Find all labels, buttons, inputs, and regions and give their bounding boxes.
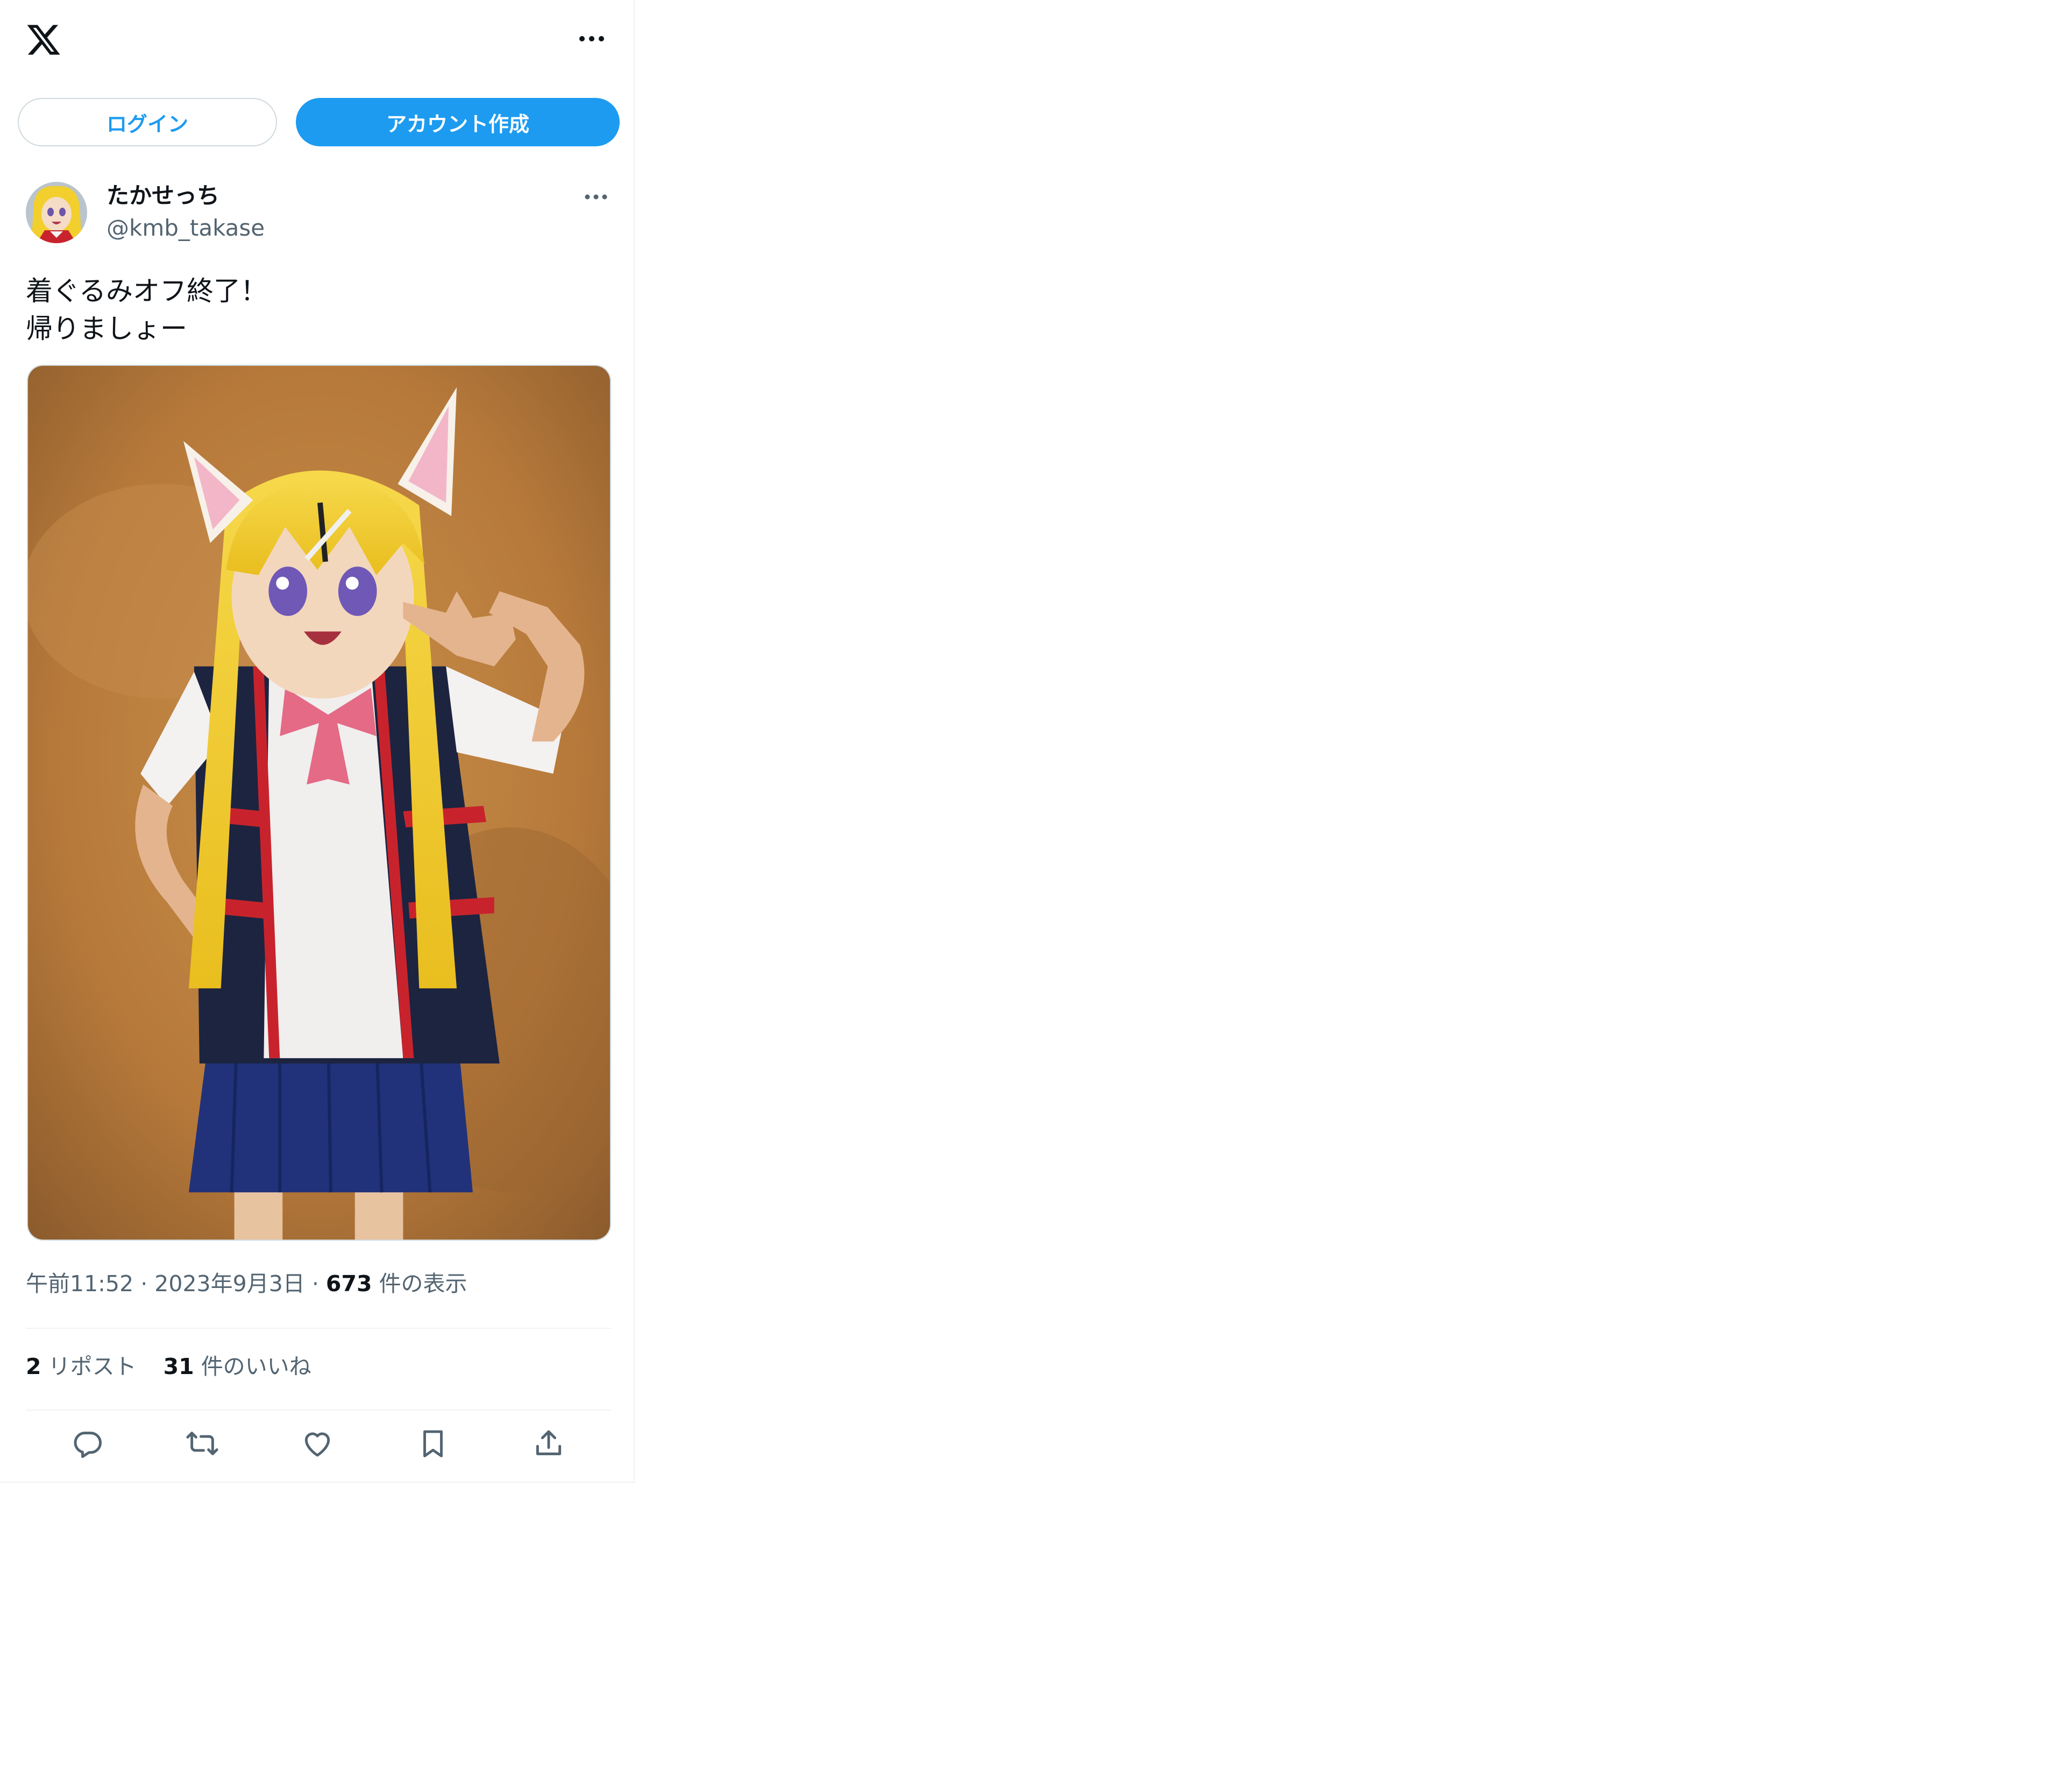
meta-separator: · (311, 1271, 326, 1297)
views-count: 673 (325, 1271, 372, 1297)
tweet-text: 着ぐるみオフ終了！ 帰りましょー (26, 275, 267, 344)
likes-count: 31 (163, 1354, 194, 1379)
likes-stat[interactable]: 31 件のいいね (164, 1354, 311, 1379)
x-logo-icon[interactable] (25, 22, 62, 58)
tweet-time[interactable]: 午前11:52 (26, 1271, 133, 1297)
bookmark-icon[interactable] (414, 1425, 452, 1462)
tweet-date[interactable]: 2023年9月3日 (154, 1271, 305, 1297)
reposts-count: 2 (26, 1354, 41, 1379)
tweet-page: ログイン アカウント作成 たかせっち @kmb_takase 着ぐるみオフ終了！… (0, 0, 635, 1483)
tweet-more-icon[interactable] (582, 186, 610, 208)
repost-icon[interactable] (183, 1425, 221, 1462)
tweet-stats: 2 リポスト 31 件のいいね (26, 1350, 311, 1383)
more-horizontal-icon[interactable] (576, 28, 608, 49)
meta-separator: · (140, 1271, 155, 1297)
reposts-label: リポスト (48, 1354, 137, 1379)
tweet-meta: 午前11:52 · 2023年9月3日 · 673 件の表示 (26, 1268, 467, 1300)
author-name[interactable]: たかせっち (107, 181, 219, 211)
reposts-stat[interactable]: 2 リポスト (26, 1354, 137, 1379)
login-button[interactable]: ログイン (18, 98, 277, 146)
tweet-photo[interactable] (27, 365, 611, 1241)
views-label: 件の表示 (379, 1271, 467, 1297)
signup-button[interactable]: アカウント作成 (296, 98, 620, 146)
likes-label: 件のいいね (201, 1354, 311, 1379)
share-icon[interactable] (530, 1425, 567, 1462)
reply-icon[interactable] (68, 1425, 106, 1462)
divider (26, 1410, 611, 1411)
author-handle[interactable]: @kmb_takase (107, 213, 265, 243)
like-icon[interactable] (299, 1425, 336, 1462)
avatar[interactable] (26, 182, 87, 243)
divider (26, 1328, 611, 1329)
